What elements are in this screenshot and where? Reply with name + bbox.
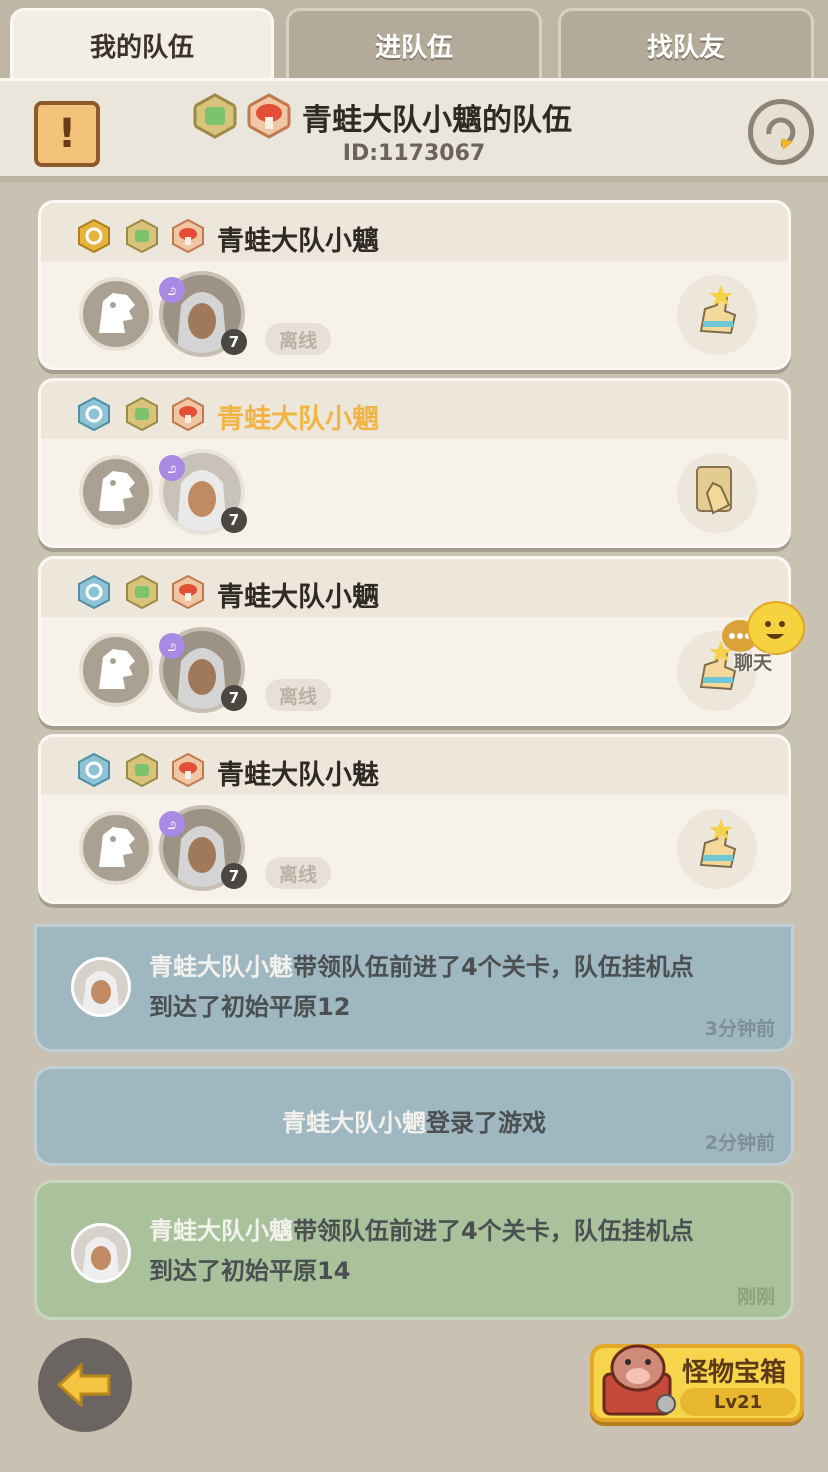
mushroom-badge-icon xyxy=(172,753,204,787)
member-card[interactable]: 青蛙大队小魅 ೨ 7 离线 xyxy=(38,734,791,904)
tab-my-team[interactable]: 我的队伍 xyxy=(10,8,274,80)
chest-level: Lv21 xyxy=(680,1388,796,1416)
log-timestamp: 3分钟前 xyxy=(704,1018,775,1040)
hand-card-icon xyxy=(696,466,732,515)
log-text: 青蛙大队小魅带领队伍前进了4个关卡，队伍挂机点 到达了初始平原12 xyxy=(149,953,694,1021)
like-button[interactable] xyxy=(677,809,757,889)
chat-label[interactable]: 聊天 xyxy=(734,648,772,675)
status-badge: 离线 xyxy=(265,857,331,889)
mushroom-badge-icon xyxy=(172,397,204,431)
member-card[interactable]: 青蛙大队小魉 ೨ 7 离线 xyxy=(38,556,791,726)
pet-avatar xyxy=(79,277,153,351)
log-timestamp: 2分钟前 xyxy=(704,1132,775,1154)
team-rank-badge-icon xyxy=(126,753,158,787)
avatar xyxy=(71,957,131,1017)
boar-chest-icon xyxy=(602,1344,676,1416)
thumbs-up-icon xyxy=(699,285,737,335)
log-entry: 青蛙大队小魑带领队伍前进了4个关卡，队伍挂机点 到达了初始平原14 刚刚 xyxy=(34,1180,794,1320)
tab-find-teammates[interactable]: 找队友 xyxy=(558,8,814,80)
like-button[interactable] xyxy=(677,275,757,355)
shield-rank-icon xyxy=(78,753,110,787)
thumbs-up-icon xyxy=(699,819,737,869)
self-card-button[interactable] xyxy=(677,453,757,533)
avatar xyxy=(71,1223,131,1283)
team-rank-badge-icon xyxy=(193,93,237,139)
status-badge: 离线 xyxy=(265,323,331,355)
chest-title: 怪物宝箱 xyxy=(682,1358,787,1388)
shield-rank-icon xyxy=(78,219,110,253)
log-text: 青蛙大队小魍登录了游戏 xyxy=(282,1109,546,1137)
level-badge: 7 xyxy=(221,507,247,533)
level-badge: 7 xyxy=(221,329,247,355)
log-text: 青蛙大队小魑带领队伍前进了4个关卡，队伍挂机点 到达了初始平原14 xyxy=(149,1217,694,1285)
monster-chest-button[interactable]: 怪物宝箱 Lv21 xyxy=(590,1344,804,1422)
log-entry: 青蛙大队小魅带领队伍前进了4个关卡，队伍挂机点 到达了初始平原12 3分钟前 xyxy=(34,924,794,1052)
element-icon: ೨ xyxy=(159,455,185,481)
member-name: 青蛙大队小魅 xyxy=(217,760,379,791)
mushroom-badge-icon xyxy=(172,575,204,609)
team-rank-badge-icon xyxy=(126,397,158,431)
team-id: ID:1173067 xyxy=(342,141,486,166)
mushroom-badge-icon xyxy=(247,93,291,139)
back-button[interactable] xyxy=(38,1338,132,1432)
status-badge: 离线 xyxy=(265,679,331,711)
member-name: 青蛙大队小魍 xyxy=(217,404,379,435)
team-rank-badge-icon xyxy=(126,575,158,609)
shield-rank-icon xyxy=(78,397,110,431)
back-arrow-icon xyxy=(57,1363,111,1407)
tab-join-team[interactable]: 进队伍 xyxy=(286,8,542,80)
mushroom-badge-icon xyxy=(172,219,204,253)
log-entry: 青蛙大队小魍登录了游戏 2分钟前 xyxy=(34,1066,794,1166)
level-badge: 7 xyxy=(221,685,247,711)
member-card[interactable]: 青蛙大队小魍 ೨ 7 xyxy=(38,378,791,548)
refresh-button[interactable] xyxy=(748,99,814,165)
member-list: 青蛙大队小魑 ೨ 7 离线 青蛙大队小魍 ೨ 7 青蛙大队小魉 ೨ 7 离线 青… xyxy=(0,182,828,924)
refresh-icon xyxy=(766,117,796,150)
pet-avatar xyxy=(79,811,153,885)
member-card[interactable]: 青蛙大队小魑 ೨ 7 离线 xyxy=(38,200,791,370)
team-title: 青蛙大队小魑的队伍 xyxy=(302,103,572,138)
level-badge: 7 xyxy=(221,863,247,889)
element-icon: ೨ xyxy=(159,811,185,837)
tab-bar: 我的队伍 进队伍 找队友 xyxy=(0,0,828,80)
team-header: ! 青蛙大队小魑的队伍 ID:1173067 xyxy=(0,78,828,182)
member-name: 青蛙大队小魑 xyxy=(217,226,379,257)
element-icon: ೨ xyxy=(159,277,185,303)
pet-avatar xyxy=(79,455,153,529)
log-timestamp: 刚刚 xyxy=(736,1286,775,1308)
pet-avatar xyxy=(79,633,153,707)
shield-rank-icon xyxy=(78,575,110,609)
element-icon: ೨ xyxy=(159,633,185,659)
team-rank-badge-icon xyxy=(126,219,158,253)
member-name: 青蛙大队小魉 xyxy=(217,582,379,613)
